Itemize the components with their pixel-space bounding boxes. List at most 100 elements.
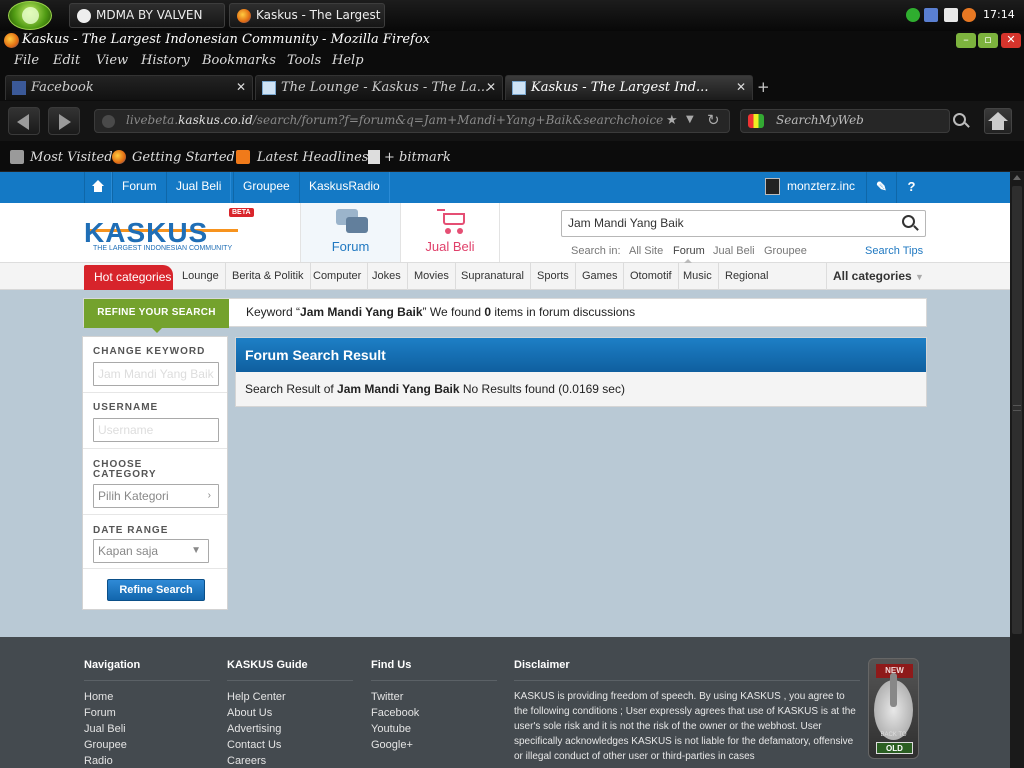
search-icon[interactable] (902, 215, 915, 228)
header-tab-forum[interactable]: Forum (300, 203, 400, 262)
menu-file[interactable]: File (14, 53, 39, 68)
bookmark-star-icon[interactable]: ★ (666, 113, 678, 128)
tab-close-icon[interactable]: ✕ (734, 76, 748, 99)
footer-disclaimer: Disclaimer KASKUS is providing freedom o… (514, 659, 860, 764)
minimize-button[interactable]: – (956, 33, 976, 48)
tab-close-icon[interactable]: ✕ (484, 76, 498, 99)
menu-help[interactable]: Help (332, 53, 364, 68)
url-dropdown-icon[interactable]: ▼ (686, 114, 694, 125)
home-icon[interactable] (84, 172, 112, 203)
category-movies[interactable]: Movies (408, 263, 456, 290)
taskbar-item-mdma[interactable]: MDMA BY VALVEN (69, 3, 225, 28)
all-categories-dropdown[interactable]: All categories ▼ (826, 263, 926, 290)
refine-your-search-label[interactable]: REFINE YOUR SEARCH (84, 299, 229, 333)
category-lounge[interactable]: Lounge (176, 263, 226, 290)
scope-all-site[interactable]: All Site (629, 245, 663, 257)
site-identity-icon[interactable] (102, 115, 115, 128)
scope-groupee[interactable]: Groupee (764, 245, 807, 257)
start-button[interactable] (8, 1, 52, 30)
topnav-groupee[interactable]: Groupee (233, 172, 300, 203)
close-button[interactable]: ✕ (1001, 33, 1021, 48)
footer-link-groupee[interactable]: Groupee (84, 737, 210, 753)
search-icon[interactable] (953, 113, 966, 126)
menu-bookmarks[interactable]: Bookmarks (202, 53, 276, 68)
footer-link-advertising[interactable]: Advertising (227, 721, 353, 737)
scroll-up-icon[interactable] (1013, 175, 1021, 180)
footer-link-twitter[interactable]: Twitter (371, 689, 497, 705)
category-select[interactable]: Pilih Kategori › (93, 484, 219, 508)
footer-link-youtube[interactable]: Youtube (371, 721, 497, 737)
clock[interactable]: 17:14 (983, 8, 1015, 21)
category-sports[interactable]: Sports (531, 263, 576, 290)
tray-app-icon[interactable] (962, 8, 976, 22)
back-button[interactable] (8, 107, 40, 135)
edit-pencil-icon[interactable]: ✎ (866, 172, 896, 203)
bookmark-most-visited[interactable]: Most Visited (30, 150, 113, 165)
footer-link-contact-us[interactable]: Contact Us (227, 737, 353, 753)
category-supranatural[interactable]: Supranatural (455, 263, 531, 290)
menu-view[interactable]: View (96, 53, 128, 68)
topnav-forum[interactable]: Forum (112, 172, 167, 203)
bookmark-latest-headlines[interactable]: Latest Headlines (257, 150, 368, 165)
tab-close-icon[interactable]: ✕ (234, 76, 248, 99)
footer-link-forum[interactable]: Forum (84, 705, 210, 721)
footer-link-jual-beli[interactable]: Jual Beli (84, 721, 210, 737)
scope-forum[interactable]: Forum (673, 245, 705, 257)
category-computer[interactable]: Computer (307, 263, 369, 290)
app-icon (77, 9, 91, 23)
scope-jual-beli[interactable]: Jual Beli (713, 245, 755, 257)
url-bar[interactable]: livebeta.kaskus.co.id/search/forum?f=for… (94, 109, 730, 133)
topnav-kaskusradio[interactable]: KaskusRadio (299, 172, 390, 203)
topnav-jual-beli[interactable]: Jual Beli (166, 172, 232, 203)
avatar[interactable] (765, 178, 780, 195)
footer-link-radio[interactable]: Radio (84, 753, 210, 768)
footer-link-google-plus[interactable]: Google+ (371, 737, 497, 753)
tray-network-icon[interactable] (924, 8, 938, 22)
tray-update-icon[interactable] (906, 8, 920, 22)
page-viewport: Forum Jual Beli Groupee KaskusRadio monz… (0, 172, 1010, 768)
category-music[interactable]: Music (677, 263, 719, 290)
maximize-button[interactable]: ▫ (978, 33, 998, 48)
tab-the-lounge[interactable]: The Lounge - Kaskus - The La... ✕ (255, 75, 503, 100)
keyword-input[interactable]: Jam Mandi Yang Baik (93, 362, 219, 386)
site-search-input[interactable]: Jam Mandi Yang Baik (561, 210, 926, 237)
help-icon[interactable]: ? (896, 172, 926, 203)
bookmark-bitmark[interactable]: + bitmark (384, 150, 451, 165)
date-range-select[interactable]: Kapan saja ▼ (93, 539, 209, 563)
menu-edit[interactable]: Edit (53, 53, 80, 68)
tab-facebook[interactable]: Facebook ✕ (5, 75, 253, 100)
vertical-scrollbar[interactable] (1010, 172, 1024, 768)
tray-volume-icon[interactable] (944, 8, 958, 22)
category-regional[interactable]: Regional (719, 263, 774, 290)
back-to-old-switch[interactable]: NEW BACK TO OLD (868, 658, 919, 759)
username-link[interactable]: monzterz.inc (787, 179, 855, 193)
menu-tools[interactable]: Tools (287, 53, 321, 68)
footer-link-home[interactable]: Home (84, 689, 210, 705)
taskbar-item-firefox[interactable]: Kaskus - The Largest ... (229, 3, 385, 28)
home-icon[interactable] (984, 108, 1012, 134)
category-otomotif[interactable]: Otomotif (624, 263, 679, 290)
category-berita-politik[interactable]: Berita & Politik (226, 263, 311, 290)
url-text[interactable]: livebeta.kaskus.co.id/search/forum?f=for… (126, 113, 663, 127)
new-tab-button[interactable]: + (757, 78, 770, 96)
category-jokes[interactable]: Jokes (366, 263, 408, 290)
refine-search-button[interactable]: Refine Search (107, 579, 205, 601)
search-tips-link[interactable]: Search Tips (865, 245, 923, 257)
header-tab-jual-beli[interactable]: Jual Beli (400, 203, 500, 262)
forward-button[interactable] (48, 107, 80, 135)
reload-icon[interactable]: ↻ (707, 111, 720, 129)
bookmark-getting-started[interactable]: Getting Started (132, 150, 235, 165)
web-search-placeholder[interactable]: SearchMyWeb (776, 113, 864, 127)
footer-link-careers[interactable]: Careers (227, 753, 353, 768)
footer-link-about-us[interactable]: About Us (227, 705, 353, 721)
web-search-bar[interactable]: SearchMyWeb (740, 109, 950, 133)
tab-kaskus-search[interactable]: Kaskus - The Largest Ind... ✕ (505, 75, 753, 100)
menu-history[interactable]: History (141, 53, 190, 68)
kaskus-logo[interactable]: KASKUS BETA THE LARGEST INDONESIAN COMMU… (84, 208, 254, 257)
search-engine-icon[interactable] (748, 114, 764, 128)
username-input[interactable]: Username (93, 418, 219, 442)
footer-link-help-center[interactable]: Help Center (227, 689, 353, 705)
hot-categories-tab[interactable]: Hot categories (84, 265, 173, 290)
footer-link-facebook[interactable]: Facebook (371, 705, 497, 721)
category-games[interactable]: Games (576, 263, 625, 290)
